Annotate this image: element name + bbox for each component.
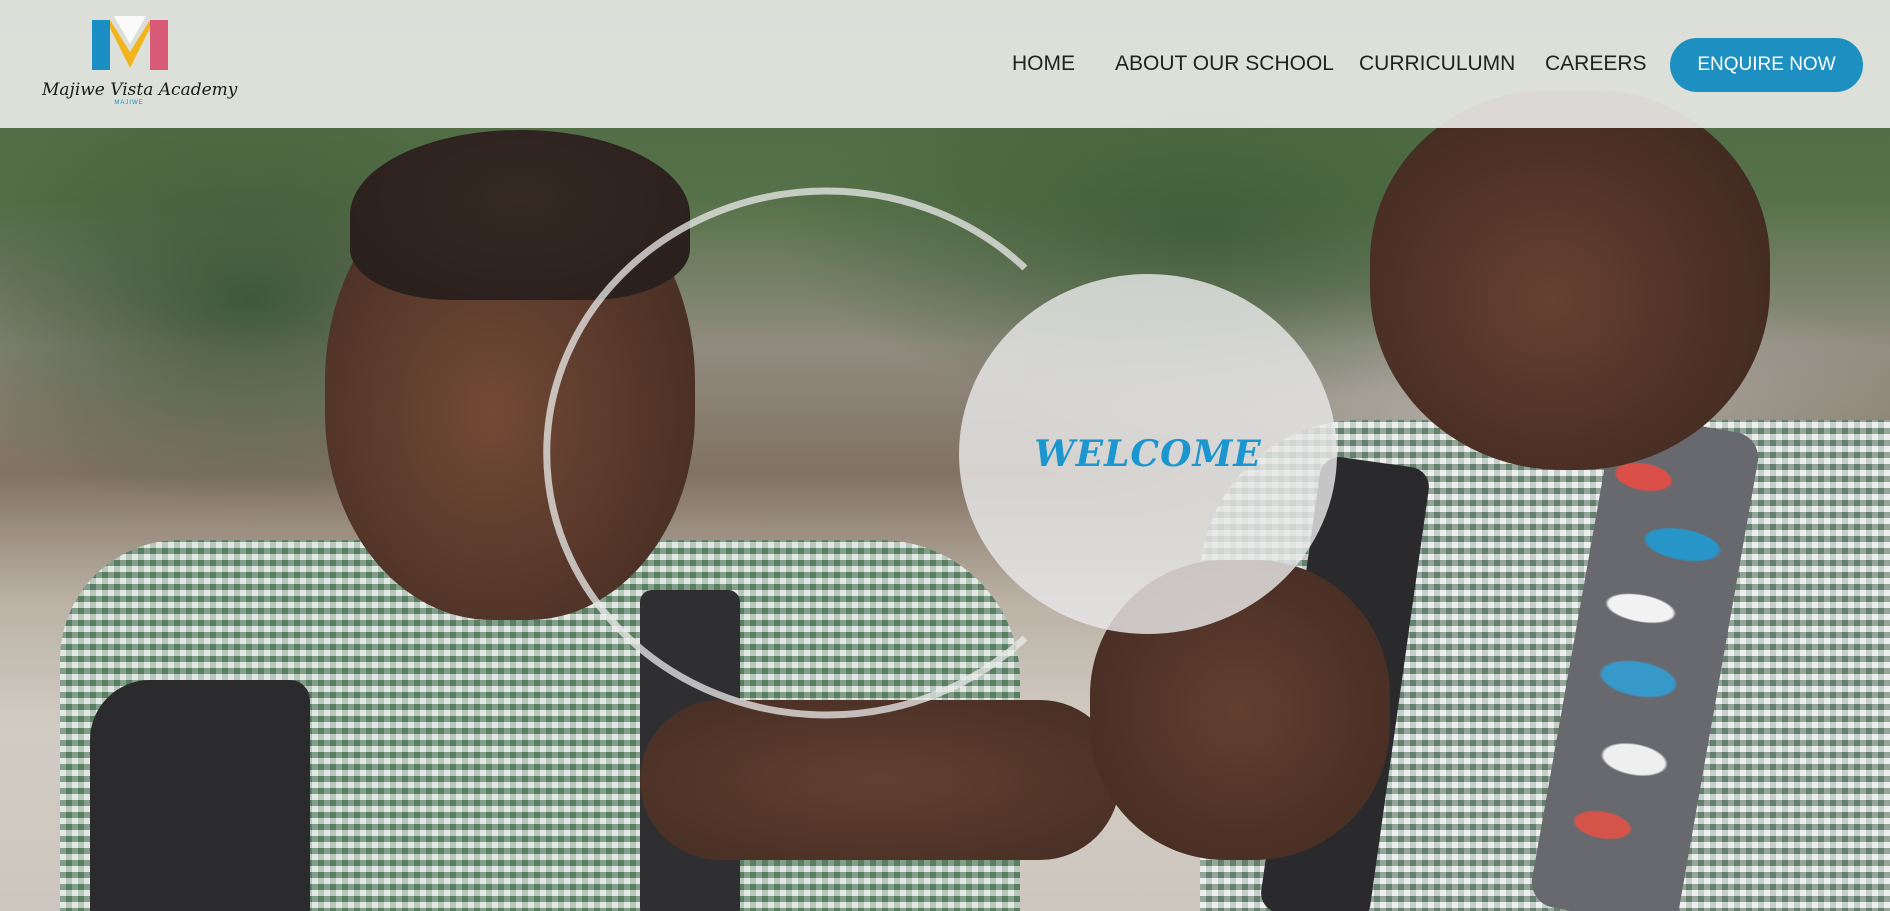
site-header: Majiwe Vista Academy MAJIWE HOME ABOUT O… (0, 0, 1890, 128)
school-logo[interactable]: Majiwe Vista Academy MAJIWE (42, 16, 238, 112)
welcome-heading: WELCOME (1034, 433, 1262, 475)
nav-home[interactable]: HOME (1012, 52, 1075, 76)
nav-curriculum[interactable]: CURRICULUMN (1359, 52, 1515, 76)
logo-school-name: Majiwe Vista Academy (42, 80, 238, 100)
logo-subname: MAJIWE (114, 100, 144, 106)
logo-m-mark-icon (92, 16, 168, 70)
decorative-arc (543, 187, 1028, 719)
nav-careers[interactable]: CAREERS (1545, 52, 1647, 76)
enquire-now-button[interactable]: ENQUIRE NOW (1670, 38, 1863, 92)
page: WELCOME Majiwe Vista Academy MAJIWE HOME… (0, 0, 1890, 911)
welcome-circle: WELCOME (959, 274, 1337, 634)
nav-about-our-school[interactable]: ABOUT OUR SCHOOL (1115, 52, 1334, 76)
